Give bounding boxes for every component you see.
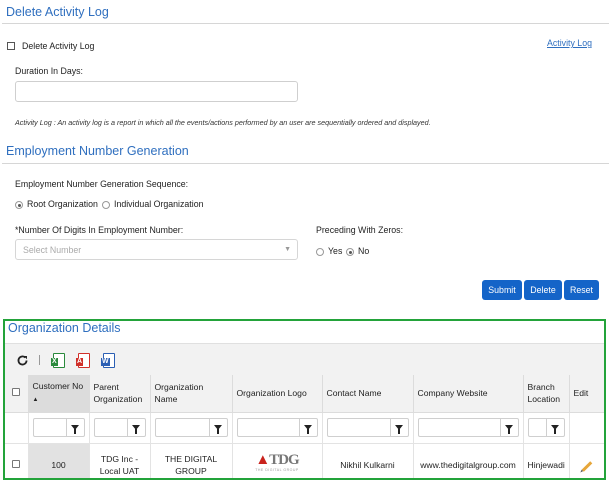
delete-activity-log-checkbox[interactable] <box>7 42 15 50</box>
pdf-icon[interactable]: A <box>76 352 91 368</box>
cell-company-website: www.thedigitalgroup.com <box>413 443 524 478</box>
filter-cell <box>413 412 524 444</box>
zeros-yes-label: Yes <box>328 246 343 256</box>
filter-row <box>5 412 604 444</box>
row-checkbox[interactable] <box>12 460 21 468</box>
logo-subtext: THE DIGITAL GROUP <box>255 468 299 472</box>
edit-pencil-icon[interactable] <box>581 461 592 472</box>
cell-organization-logo: ▲TDG THE DIGITAL GROUP <box>232 443 323 478</box>
cell-organization-name: THE DIGITAL GROUP <box>150 443 233 478</box>
grid-toolbar: X A W <box>5 343 604 375</box>
filter-cell <box>5 412 29 444</box>
filter-cell <box>89 412 151 444</box>
filter-input[interactable] <box>32 418 85 437</box>
delete-activity-log-title: Delete Activity Log <box>6 5 109 19</box>
zeros-label: Preceding With Zeros: <box>316 225 404 235</box>
filter-icon[interactable] <box>65 419 84 436</box>
filter-cell <box>150 412 233 444</box>
digits-label: *Number Of Digits In Employment Number: <box>15 225 184 235</box>
table-row[interactable]: 100 TDG Inc - Local UAT THE DIGITAL GROU… <box>5 443 604 478</box>
filter-input[interactable] <box>417 418 519 437</box>
table-header-row: Customer No ▲ Parent Organization Organi… <box>5 375 604 413</box>
zeros-no-label: No <box>358 246 370 256</box>
column-header-branch-location[interactable]: Branch Location <box>523 375 570 413</box>
filter-input[interactable] <box>326 418 409 437</box>
cell-contact-name: Nikhil Kulkarni <box>322 443 414 478</box>
digits-select[interactable]: Select Number ▼ <box>15 239 298 260</box>
chevron-down-icon: ▼ <box>284 246 291 253</box>
select-all-checkbox[interactable] <box>12 388 21 397</box>
filter-cell <box>232 412 323 444</box>
column-header-customer-no[interactable]: Customer No ▲ <box>28 375 90 413</box>
organization-details-panel: Organization Details X A W Customer No ▲… <box>3 319 606 480</box>
delete-button[interactable]: Delete <box>524 280 562 300</box>
sort-asc-icon: ▲ <box>32 397 39 404</box>
digits-placeholder: Select Number <box>23 245 82 255</box>
cell-edit <box>569 443 604 478</box>
filter-input[interactable] <box>236 418 318 437</box>
refresh-icon[interactable] <box>15 352 29 368</box>
filter-icon[interactable] <box>208 419 227 436</box>
activity-log-link[interactable]: Activity Log <box>547 38 592 48</box>
filter-cell <box>569 412 604 444</box>
organization-logo: ▲TDG THE DIGITAL GROUP <box>237 453 318 476</box>
zeros-no-radio[interactable] <box>346 248 354 256</box>
filter-icon[interactable] <box>389 419 408 436</box>
duration-input[interactable] <box>15 81 298 102</box>
column-header-organization-name[interactable]: Organization Name <box>150 375 233 413</box>
column-header-parent-organization[interactable]: Parent Organization <box>89 375 151 413</box>
filter-icon[interactable] <box>499 419 518 436</box>
employment-number-title: Employment Number Generation <box>6 144 189 158</box>
zeros-yes-radio[interactable] <box>316 248 324 256</box>
toolbar-separator <box>39 355 40 365</box>
select-all-cell <box>5 375 29 413</box>
row-select-cell <box>5 443 29 478</box>
section-divider <box>2 163 609 164</box>
column-header-company-website[interactable]: Company Website <box>413 375 524 413</box>
column-header-contact-name[interactable]: Contact Name <box>322 375 414 413</box>
activity-log-note: Activity Log : An activity log is a repo… <box>15 118 431 127</box>
filter-cell <box>28 412 90 444</box>
filter-input[interactable] <box>527 418 565 437</box>
cell-parent-organization: TDG Inc - Local UAT <box>89 443 151 478</box>
filter-icon[interactable] <box>298 419 317 436</box>
filter-input[interactable] <box>154 418 228 437</box>
individual-organization-radio[interactable] <box>102 201 110 209</box>
column-header-edit: Edit <box>569 375 604 413</box>
excel-icon[interactable]: X <box>51 352 66 368</box>
cell-customer-no: 100 <box>28 443 90 478</box>
submit-button[interactable]: Submit <box>482 280 522 300</box>
cell-branch-location: Hinjewadi <box>523 443 570 478</box>
section-divider <box>2 23 609 24</box>
column-header-organization-logo[interactable]: Organization Logo <box>232 375 323 413</box>
filter-input[interactable] <box>93 418 146 437</box>
filter-icon[interactable] <box>545 419 564 436</box>
organization-details-title: Organization Details <box>8 321 121 335</box>
sequence-label: Employment Number Generation Sequence: <box>15 179 189 189</box>
delete-activity-log-label: Delete Activity Log <box>22 41 95 51</box>
duration-label: Duration In Days: <box>15 66 83 76</box>
filter-cell <box>523 412 570 444</box>
organization-table: Customer No ▲ Parent Organization Organi… <box>5 375 604 478</box>
filter-cell <box>322 412 414 444</box>
reset-button[interactable]: Reset <box>564 280 599 300</box>
filter-icon[interactable] <box>126 419 145 436</box>
word-icon[interactable]: W <box>101 352 116 368</box>
individual-organization-label: Individual Organization <box>114 199 204 209</box>
root-organization-radio[interactable] <box>15 201 23 209</box>
root-organization-label: Root Organization <box>27 199 98 209</box>
